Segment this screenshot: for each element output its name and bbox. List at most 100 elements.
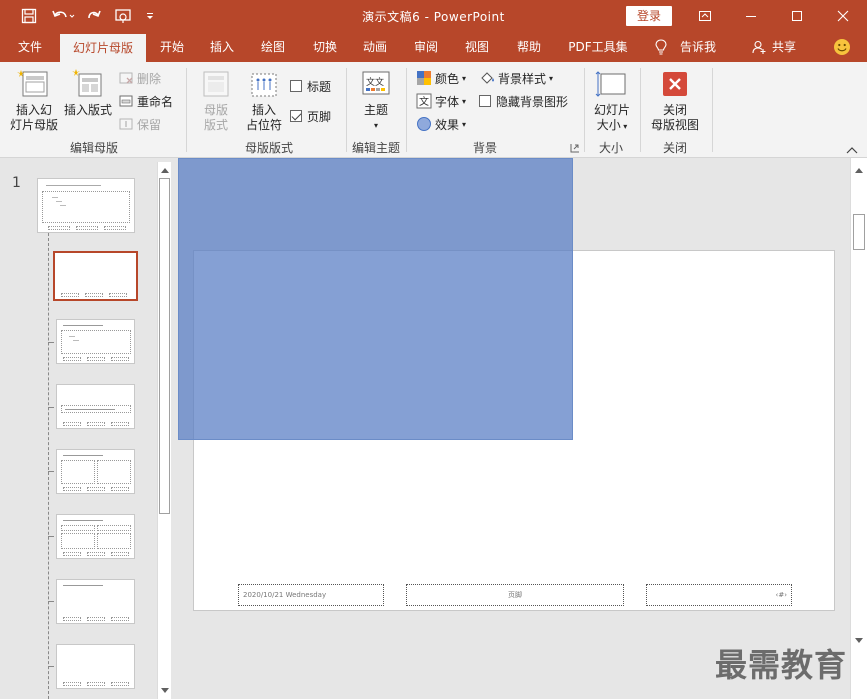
slide-number-placeholder[interactable]: ‹#› [646,584,792,606]
ribbon-display-options-icon[interactable] [682,0,728,32]
format-background-launcher-icon[interactable] [570,142,580,154]
thumb-content-box [61,460,95,484]
insert-layout-button[interactable]: 插入版式 [62,68,114,118]
effects-dropdown[interactable]: 效果 ▾ [416,114,466,134]
insert-slide-master-button[interactable]: 插入幻 灯片母版 [8,68,60,133]
scroll-thumb[interactable] [853,214,865,250]
thumbnail-scrollbar[interactable] [157,162,171,699]
colors-dropdown[interactable]: 颜色 ▾ [416,68,466,88]
fonts-dropdown[interactable]: 文 字体 ▾ [416,91,466,111]
insert-placeholder-button[interactable]: 插入 占位符 [240,68,288,133]
thumb-footer-box [111,617,129,621]
thumb-content-box [97,460,131,484]
scroll-thumb[interactable] [159,178,170,514]
insert-placeholder-icon [251,73,277,97]
tab-draw[interactable]: 绘图 [251,32,295,62]
effects-dropdown-icon: ▾ [462,119,467,129]
tab-view[interactable]: 视图 [455,32,499,62]
tab-file[interactable]: 文件 [8,32,52,62]
hide-background-graphics-checkbox[interactable]: 隐藏背景图形 [479,91,568,111]
rename-label: 重命名 [137,94,174,109]
tab-review[interactable]: 审阅 [404,32,448,62]
layout-thumbnail[interactable] [56,514,135,559]
scroll-up-icon[interactable] [851,162,867,178]
thumb-footer-box [63,682,81,686]
hide-background-graphics-box[interactable] [479,95,491,107]
layout-thumbnail[interactable] [56,644,135,689]
delete-button[interactable]: 删除 [118,68,161,88]
tell-me-search[interactable]: 告诉我 [674,32,722,62]
master-thumbnail[interactable] [37,178,135,233]
blue-rectangle-shape[interactable] [178,158,573,440]
tree-tick [48,601,54,602]
background-styles-dropdown-icon: ▾ [549,73,554,83]
rename-button[interactable]: 重命名 [118,91,173,111]
thumb-title-line [63,520,103,521]
thumb-footer-box [111,487,129,491]
thumb-title-line [65,409,115,410]
thumb-footer-box [87,552,105,556]
thumb-content-box [61,330,131,354]
preserve-button[interactable]: 保留 [118,114,161,134]
layout-thumbnail[interactable] [56,579,135,624]
login-button[interactable]: 登录 [626,6,672,26]
background-styles-dropdown[interactable]: 背景样式 ▾ [479,68,553,88]
insert-placeholder-label-2: 占位符 [245,118,282,132]
lightbulb-icon[interactable] [652,32,670,62]
smiley-feedback-icon[interactable] [832,32,852,62]
delete-label: 删除 [137,71,162,86]
tree-tick [48,666,54,667]
slide-size-icon [595,71,626,97]
slide-thumbnail-pane: 1 [0,158,175,699]
tab-help[interactable]: 帮助 [507,32,551,62]
rename-icon [119,95,133,107]
canvas-scrollbar[interactable] [850,158,867,699]
hide-background-graphics-label: 隐藏背景图形 [496,94,569,109]
thumb-footer-box [61,293,79,297]
tab-home[interactable]: 开始 [150,32,194,62]
layout-thumbnail[interactable] [56,449,135,494]
thumb-footer-box [111,682,129,686]
tab-insert[interactable]: 插入 [200,32,244,62]
title-bar: 演示文稿6 - PowerPoint 登录 [0,0,867,32]
scroll-down-icon[interactable] [158,683,171,699]
tab-pdf-tools[interactable]: PDF工具集 [562,32,634,62]
close-icon[interactable] [820,0,866,32]
tab-transitions[interactable]: 切换 [303,32,347,62]
title-checkbox-box[interactable] [290,80,302,92]
layout-thumbnail-selected[interactable] [53,251,138,301]
layout-thumbnail[interactable] [56,319,135,364]
thumb-footer-box [104,226,126,230]
slide-number: 1 [12,175,21,191]
date-placeholder[interactable]: 2020/10/21 Wednesday [238,584,384,606]
master-layout-button[interactable]: 母版 版式 [194,68,238,133]
collapse-ribbon-icon[interactable] [846,144,858,156]
colors-icon [417,71,431,85]
thumb-content-box [97,525,131,531]
insert-slide-master-icon [17,70,48,97]
thumb-text-line [56,201,62,202]
minimize-icon[interactable] [728,0,774,32]
share-button[interactable]: 共享 [768,32,800,62]
maximize-icon[interactable] [774,0,820,32]
themes-icon: 文文 [362,71,390,95]
layout-thumbnail[interactable] [56,384,135,429]
close-master-view-button[interactable]: 关闭 母版视图 [646,68,704,133]
close-master-view-icon [663,72,687,96]
footer-checkbox-box[interactable] [290,110,302,122]
title-checkbox[interactable]: 标题 [290,76,331,96]
thumb-footer-box [87,617,105,621]
footer-placeholder[interactable]: 页脚 [406,584,624,606]
scroll-up-icon[interactable] [158,162,171,178]
tree-tick [48,536,54,537]
fonts-icon: 文 [416,93,432,109]
scroll-down-icon[interactable] [851,633,867,649]
tab-slide-master[interactable]: 幻灯片母版 [60,34,146,62]
group-label-master-layout: 母版版式 [244,141,293,155]
slide-size-button[interactable]: 幻灯片 大小 ▾ [590,68,634,134]
themes-button[interactable]: 文文 主题 ▾ [354,68,398,133]
tab-animations[interactable]: 动画 [353,32,397,62]
thumb-footer-box [109,293,127,297]
footer-checkbox[interactable]: 页脚 [290,106,331,126]
share-person-icon[interactable] [750,32,768,62]
